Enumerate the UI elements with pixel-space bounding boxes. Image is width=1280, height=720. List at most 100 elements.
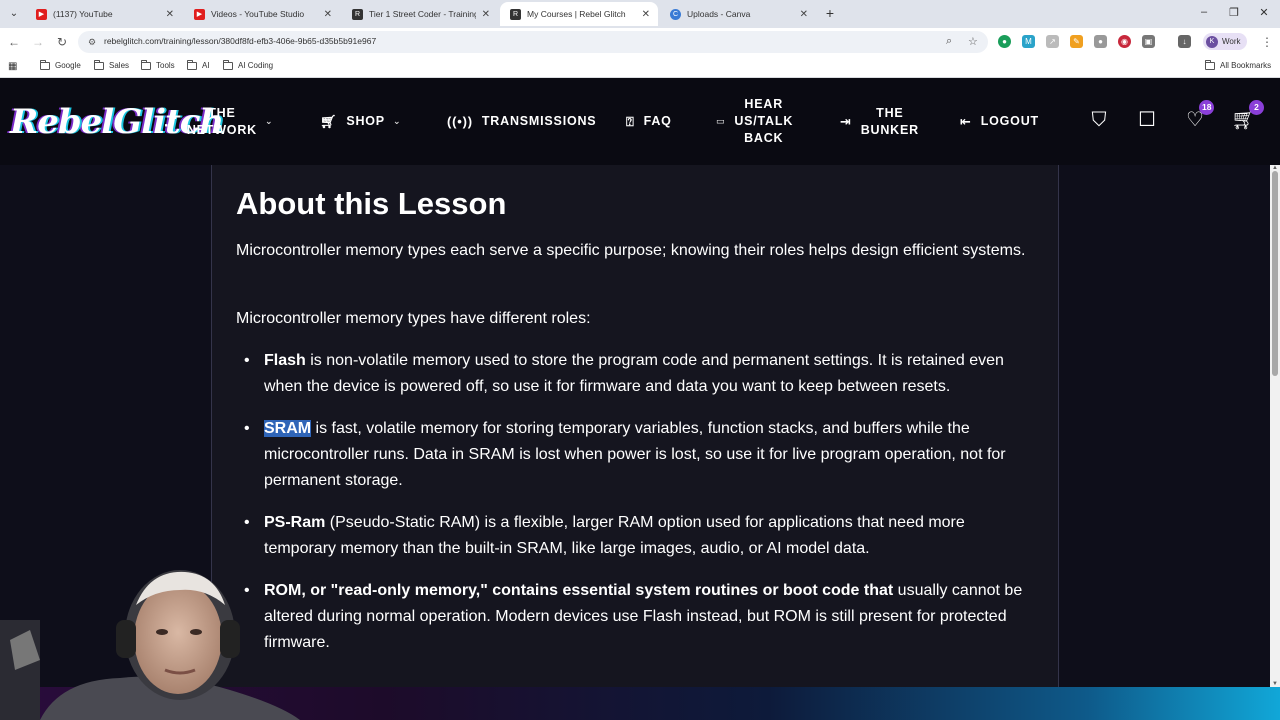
extension-icon[interactable]: ↗ (1046, 35, 1059, 48)
canva-icon: C (670, 8, 681, 20)
rebelglitch-favicon: R (510, 8, 521, 20)
tab-search-icon[interactable]: ⌄ (6, 6, 22, 22)
nav-shop[interactable]: 🛒︎ SHOP ⌄ (320, 78, 401, 165)
nav-the-network[interactable]: ⋰ THE NETWORK ⌄ (164, 78, 273, 165)
browser-tabstrip: ⌄ ▶ (1137) YouTube ✕ ▶ Videos - YouTube … (0, 0, 1280, 28)
tab-title: (1137) YouTube (53, 9, 113, 19)
logout-icon: ⇤ (960, 113, 972, 129)
browser-tab-canva[interactable]: C Uploads - Canva ✕ (660, 2, 816, 26)
bookmarks-bar: ▦ Google Sales Tools AI AI Coding All Bo… (0, 56, 1280, 78)
tab-title: Tier 1 Street Coder - Training A (369, 9, 476, 19)
nav-label: TRANSMISSIONS (481, 114, 597, 128)
bookmark-ai-coding[interactable]: AI Coding (223, 59, 274, 70)
cart-count-badge: 2 (1249, 100, 1264, 115)
extension-icon[interactable]: ◉ (1118, 35, 1131, 48)
close-tab-icon[interactable]: ✕ (324, 9, 332, 20)
shield-icon[interactable]: ⛉ (1087, 108, 1111, 132)
login-arrow-icon: ⇥ (840, 113, 852, 129)
nav-label: SHOP (346, 114, 385, 128)
headphone-left (116, 620, 136, 658)
nav-logout[interactable]: ⇤ LOGOUT (960, 78, 1039, 165)
youtube-studio-icon: ▶ (194, 8, 205, 20)
download-icon[interactable]: ↓ (1178, 35, 1191, 48)
bookmark-google[interactable]: Google (40, 59, 81, 70)
page-scrollbar[interactable]: ▲ ▼ (1270, 165, 1280, 687)
rebelglitch-favicon: R (352, 8, 363, 20)
presenter-face (134, 582, 222, 694)
lesson-intro: Microcontroller memory types each serve … (236, 242, 1026, 259)
bookmark-label: Sales (109, 61, 130, 70)
close-window-icon[interactable]: ✕ (1257, 6, 1271, 19)
close-tab-icon[interactable]: ✕ (166, 9, 174, 20)
nav-hear-us-talk-back[interactable]: ▭ HEAR US/TALK BACK (716, 78, 793, 165)
nav-label: HEAR US/TALK BACK (734, 97, 794, 145)
folder-icon (94, 59, 104, 70)
bookmark-ai[interactable]: AI (187, 59, 210, 70)
bookmark-label: All Bookmarks (1220, 61, 1272, 70)
cart-icon: 🛒︎ (320, 113, 338, 129)
message-icon[interactable]: ☐ (1135, 108, 1159, 132)
extension-icon[interactable]: ● (998, 35, 1011, 48)
profile-avatar: K (1206, 35, 1218, 48)
reload-icon[interactable]: ↻ (54, 34, 70, 50)
lesson-card: About this Lesson Microcontroller memory… (211, 165, 1059, 687)
microphone-icon[interactable]: ● (1094, 35, 1107, 48)
list-item-sram: SRAM is fast, volatile memory for storin… (236, 416, 1036, 494)
minimize-icon[interactable]: – (1197, 6, 1211, 18)
bookmark-tools[interactable]: Tools (141, 59, 175, 70)
browser-tab-youtube[interactable]: ▶ (1137) YouTube ✕ (26, 2, 182, 26)
browser-tab-my-courses[interactable]: R My Courses | Rebel Glitch ✕ (500, 2, 658, 26)
scrollbar-thumb[interactable] (1272, 171, 1278, 376)
browser-tab-youtube-studio[interactable]: ▶ Videos - YouTube Studio ✕ (184, 2, 340, 26)
restore-icon[interactable]: ❐ (1227, 6, 1241, 19)
extension-icon[interactable]: M (1022, 35, 1035, 48)
term: PS-Ram (264, 514, 326, 531)
site-info-icon[interactable]: ⚙ (86, 36, 98, 48)
headphone-right (220, 620, 240, 658)
back-icon[interactable]: ← (6, 34, 22, 50)
eye (156, 629, 168, 635)
menu-kebab-icon[interactable]: ⋮ (1259, 34, 1275, 50)
bookmark-label: Google (55, 61, 81, 70)
close-tab-icon[interactable]: ✕ (482, 9, 490, 20)
youtube-icon: ▶ (36, 8, 47, 20)
address-bar[interactable]: ⚙ rebelglitch.com/training/lesson/380df8… (78, 31, 988, 53)
chat-icon: ▭ (716, 116, 726, 126)
nav-transmissions[interactable]: ((•)) TRANSMISSIONS (447, 78, 596, 165)
nav-label: LOGOUT (980, 114, 1039, 128)
forward-icon[interactable]: → (30, 34, 46, 50)
close-tab-icon[interactable]: ✕ (642, 9, 650, 20)
extension-icon[interactable]: ✎ (1070, 35, 1083, 48)
profile-button[interactable]: K Work (1203, 33, 1247, 50)
folder-icon (141, 59, 151, 70)
help-doc-icon: ⍰ (626, 113, 635, 129)
close-tab-icon[interactable]: ✕ (800, 9, 808, 20)
nav-faq[interactable]: ⍰ FAQ (626, 78, 672, 165)
bookmark-label: Tools (156, 61, 175, 70)
description: is non-volatile memory used to store the… (264, 352, 1004, 395)
new-tab-button[interactable]: + (822, 5, 838, 21)
url-text[interactable]: rebelglitch.com/training/lesson/380df8fd… (104, 36, 376, 46)
description: (Pseudo-Static RAM) is a flexible, large… (264, 514, 965, 557)
term: ROM, or "read-only memory," contains ess… (264, 582, 894, 599)
list-item-flash: Flash is non-volatile memory used to sto… (236, 348, 1036, 400)
bookmark-sales[interactable]: Sales (94, 59, 130, 70)
lesson-lead: Microcontroller memory types have differ… (236, 310, 591, 327)
chevron-down-icon: ⌄ (392, 116, 402, 126)
share-icon: ⋰ (164, 113, 178, 129)
extensions-puzzle-icon[interactable]: ▣ (1142, 35, 1155, 48)
memory-types-list: Flash is non-volatile memory used to sto… (236, 348, 1036, 672)
zoom-icon[interactable]: ⌕ (946, 35, 952, 48)
nav-label: FAQ (643, 114, 672, 128)
tab-title: My Courses | Rebel Glitch (527, 9, 626, 19)
folder-icon (187, 59, 197, 70)
bookmark-star-icon[interactable]: ☆ (968, 35, 978, 48)
tab-title: Uploads - Canva (687, 9, 751, 19)
description: is fast, volatile memory for storing tem… (264, 420, 1006, 489)
all-bookmarks[interactable]: All Bookmarks (1205, 59, 1272, 70)
apps-grid-icon[interactable]: ▦ (8, 61, 17, 72)
nav-the-bunker[interactable]: ⇥ THE BUNKER (840, 78, 919, 165)
selected-term: SRAM (264, 420, 312, 437)
browser-tab-street-coder[interactable]: R Tier 1 Street Coder - Training A ✕ (342, 2, 498, 26)
bookmark-label: AI Coding (238, 61, 274, 70)
